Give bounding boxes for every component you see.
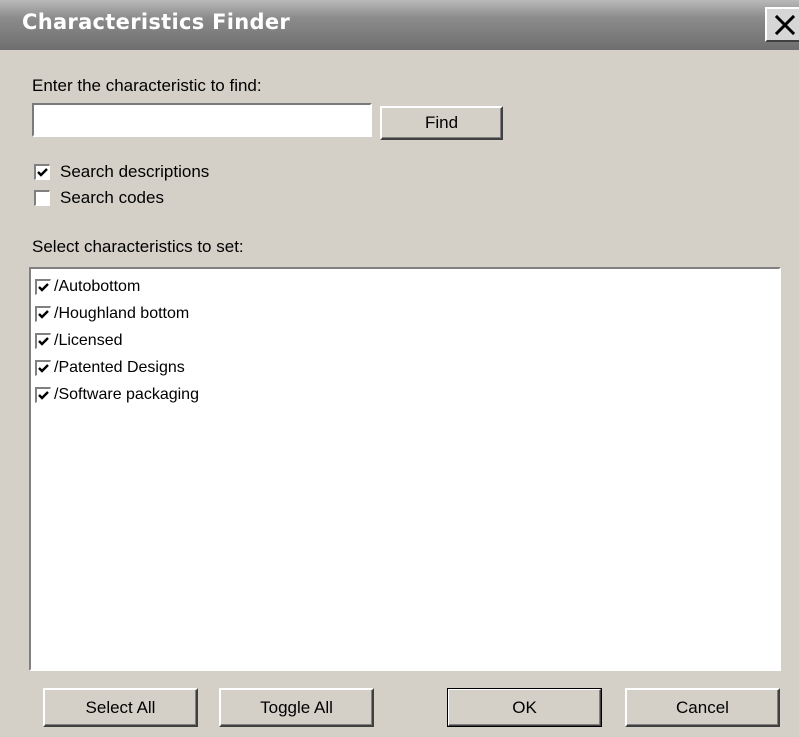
list-item[interactable]: /Houghland bottom [35,305,189,323]
characteristics-finder-dialog: Characteristics Finder Enter the charact… [0,0,799,737]
list-item-checkbox[interactable] [35,360,51,376]
checkmark-icon [38,364,49,373]
list-item[interactable]: /Patented Designs [35,359,185,377]
list-item-label: /Licensed [54,332,123,349]
checkmark-icon [37,168,48,177]
list-item[interactable]: /Licensed [35,332,123,350]
ok-button[interactable]: OK [447,688,602,727]
select-all-button[interactable]: Select All [43,688,198,727]
checkmark-icon [38,391,49,400]
list-item-checkbox[interactable] [35,279,51,295]
search-input[interactable] [32,103,372,137]
close-button[interactable] [765,7,799,42]
list-item-label: /Patented Designs [54,359,185,376]
toggle-all-button[interactable]: Toggle All [219,688,374,727]
characteristics-section-label: Select characteristics to set: [32,237,244,256]
search-descriptions-checkbox[interactable] [34,164,50,180]
list-item[interactable]: /Autobottom [35,278,140,296]
checkmark-icon [38,310,49,319]
list-item-label: /Software packaging [54,386,199,403]
close-icon [774,14,796,36]
checkmark-icon [38,337,49,346]
search-codes-label: Search codes [60,188,164,207]
characteristics-list[interactable]: /Autobottom /Houghland bottom /Licensed … [29,267,781,671]
window-title: Characteristics Finder [22,10,291,34]
search-codes-checkbox[interactable] [34,190,50,206]
list-item[interactable]: /Software packaging [35,386,199,404]
title-bar[interactable]: Characteristics Finder [0,0,799,50]
find-button[interactable]: Find [380,106,503,140]
list-item-label: /Houghland bottom [54,305,190,322]
search-codes-option[interactable]: Search codes [34,188,164,208]
cancel-button[interactable]: Cancel [625,688,780,727]
list-item-checkbox[interactable] [35,333,51,349]
checkmark-icon [38,283,49,292]
find-prompt-label: Enter the characteristic to find: [32,76,262,95]
list-item-label: /Autobottom [54,278,141,295]
search-descriptions-option[interactable]: Search descriptions [34,162,209,182]
search-descriptions-label: Search descriptions [60,162,210,181]
list-item-checkbox[interactable] [35,306,51,322]
list-item-checkbox[interactable] [35,387,51,403]
